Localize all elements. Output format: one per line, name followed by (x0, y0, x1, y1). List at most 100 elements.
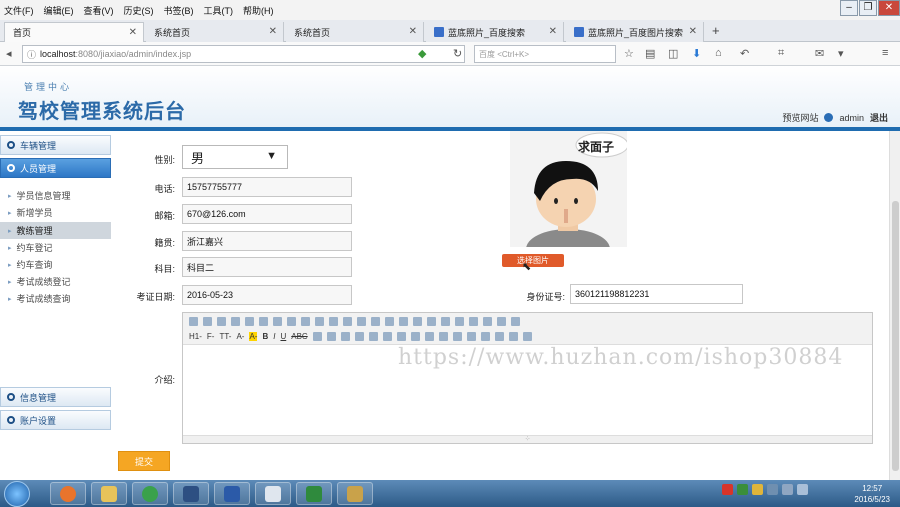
italic-button[interactable]: I (273, 332, 275, 341)
taskbar-tools[interactable] (337, 482, 373, 505)
undo-icon[interactable]: ↶ (740, 47, 749, 60)
sex-select[interactable]: 男 ▼ (182, 145, 288, 169)
menu-bookmarks[interactable]: 书签(B) (164, 4, 194, 17)
tab-system-home-1[interactable]: 系统首页 ✕ (146, 22, 284, 42)
close-icon[interactable]: ✕ (878, 0, 900, 16)
phone-field[interactable]: 15757755777 (182, 177, 352, 197)
minimize-icon[interactable]: – (840, 0, 858, 16)
restore-icon[interactable]: ❐ (859, 0, 877, 16)
taskbar-word[interactable] (214, 482, 250, 505)
copy-icon[interactable] (287, 316, 296, 326)
indent-icon[interactable] (427, 316, 436, 326)
hr-icon[interactable] (410, 332, 420, 341)
close-tab-icon[interactable]: ✕ (129, 27, 137, 38)
close-tab-icon[interactable]: ✕ (689, 26, 697, 37)
taskbar-window[interactable] (255, 482, 291, 505)
close-tab-icon[interactable]: ✕ (549, 26, 557, 37)
close-tab-icon[interactable]: ✕ (409, 26, 417, 37)
clear-format-icon[interactable] (483, 316, 492, 326)
align-left-icon[interactable] (343, 316, 352, 326)
tray-volume-icon[interactable] (782, 484, 793, 495)
select-all-icon[interactable] (497, 316, 506, 326)
table-icon[interactable] (396, 332, 406, 341)
page-scrollbar[interactable] (889, 131, 900, 480)
scrollbar-thumb[interactable] (892, 201, 899, 471)
url-bar[interactable]: ⓘ localhost:8080/jiaxiao/admin/index.jsp (22, 45, 465, 63)
paste-text-icon[interactable] (315, 316, 324, 326)
sidebar-item-score-register[interactable]: ▸ 考试成绩登记 (0, 273, 111, 290)
menu-edit[interactable]: 编辑(E) (44, 4, 74, 17)
preview-site-link[interactable]: 预览网站 (782, 111, 818, 124)
cut-icon[interactable] (273, 316, 282, 326)
menu-view[interactable]: 查看(V) (84, 4, 114, 17)
select-image-button[interactable]: 选择图片 (502, 254, 564, 267)
bold-button[interactable]: B (262, 332, 268, 341)
tab-baidu-search[interactable]: 蓝底照片_百度搜索 ✕ (426, 22, 564, 42)
unlink-icon[interactable] (508, 332, 518, 341)
tray-flag-icon[interactable] (737, 484, 748, 495)
emoticon-icon[interactable] (424, 332, 434, 341)
paste-word-icon[interactable] (329, 316, 338, 326)
sidebar-item-add-student[interactable]: ▸ 新增学员 (0, 204, 111, 221)
subject-field[interactable]: 科目二 (182, 257, 352, 277)
tab-system-home-2[interactable]: 系统首页 ✕ (286, 22, 424, 42)
hamburger-menu-icon[interactable]: ≡ (882, 47, 888, 59)
pocket-icon[interactable]: ◫ (668, 47, 678, 60)
reading-list-icon[interactable]: ▤ (645, 47, 655, 60)
email-field[interactable]: 670@126.com (182, 204, 352, 224)
back-icon[interactable]: ◂ (6, 47, 12, 60)
system-clock[interactable]: 12:57 2016/5/23 (854, 483, 890, 505)
source-icon[interactable] (189, 316, 198, 326)
sidebar-item-coach[interactable]: ▸ 教练管理 (0, 222, 111, 239)
crop-icon[interactable]: ⌗ (778, 47, 784, 60)
sidebar-item-booking-query[interactable]: ▸ 约车查询 (0, 256, 111, 273)
id-number-field[interactable]: 360121198812231 (570, 284, 743, 304)
taskbar-firefox[interactable] (50, 482, 86, 505)
undo-icon[interactable] (203, 316, 212, 326)
map-icon[interactable] (452, 332, 462, 341)
sidebar-item-score-query[interactable]: ▸ 考试成绩查询 (0, 290, 111, 307)
search-input[interactable]: 百度 <Ctrl+K> (474, 45, 616, 63)
align-justify-icon[interactable] (385, 316, 394, 326)
site-info-icon[interactable]: ⓘ (27, 48, 36, 61)
reload-icon[interactable]: ↻ (453, 47, 462, 60)
download-icon[interactable]: ⬇ (692, 47, 701, 60)
link-icon[interactable] (494, 332, 504, 341)
menu-tools[interactable]: 工具(T) (204, 4, 234, 17)
flash-icon[interactable] (368, 332, 378, 341)
taskbar-eclipse[interactable] (173, 482, 209, 505)
sidebar-group-vehicle[interactable]: 车辆管理 (0, 135, 111, 155)
shield-icon[interactable]: ◆ (418, 47, 426, 60)
origin-field[interactable]: 浙江嘉兴 (182, 231, 352, 251)
sidebar-group-personnel[interactable]: 人员管理 (0, 158, 111, 178)
outdent-icon[interactable] (441, 316, 450, 326)
subscript-icon[interactable] (455, 316, 464, 326)
sidebar-group-info[interactable]: 信息管理 (0, 387, 111, 407)
font-size-dropdown[interactable]: TT- (219, 332, 231, 341)
menu-history[interactable]: 历史(S) (124, 4, 154, 17)
tray-battery-icon[interactable] (797, 484, 808, 495)
template-icon[interactable] (259, 316, 268, 326)
code-icon[interactable] (466, 332, 476, 341)
multi-image-icon[interactable] (354, 332, 364, 341)
font-color-dropdown[interactable]: A- (236, 332, 244, 341)
sidebar-item-student-info[interactable]: ▸ 学员信息管理 (0, 187, 111, 204)
taskbar-chrome[interactable] (132, 482, 168, 505)
tray-app-icon[interactable] (722, 484, 733, 495)
close-tab-icon[interactable]: ✕ (269, 26, 277, 37)
highlight-color-dropdown[interactable]: A- (249, 332, 258, 341)
line-height-icon[interactable] (312, 332, 322, 341)
tray-qq-icon[interactable] (752, 484, 763, 495)
taskbar-excel[interactable] (296, 482, 332, 505)
chat-icon[interactable]: ✉ (815, 47, 824, 60)
taskbar-explorer[interactable] (91, 482, 127, 505)
strikethrough-button[interactable]: ABC (291, 332, 307, 341)
tab-home[interactable]: 首页 ✕ (4, 22, 144, 42)
media-icon[interactable] (382, 332, 392, 341)
fullscreen-icon[interactable] (511, 316, 520, 326)
home-icon[interactable]: ⌂ (715, 47, 722, 59)
image-icon[interactable] (340, 332, 350, 341)
print-icon[interactable] (245, 316, 254, 326)
ordered-list-icon[interactable] (399, 316, 408, 326)
font-family-dropdown[interactable]: F- (207, 332, 215, 341)
